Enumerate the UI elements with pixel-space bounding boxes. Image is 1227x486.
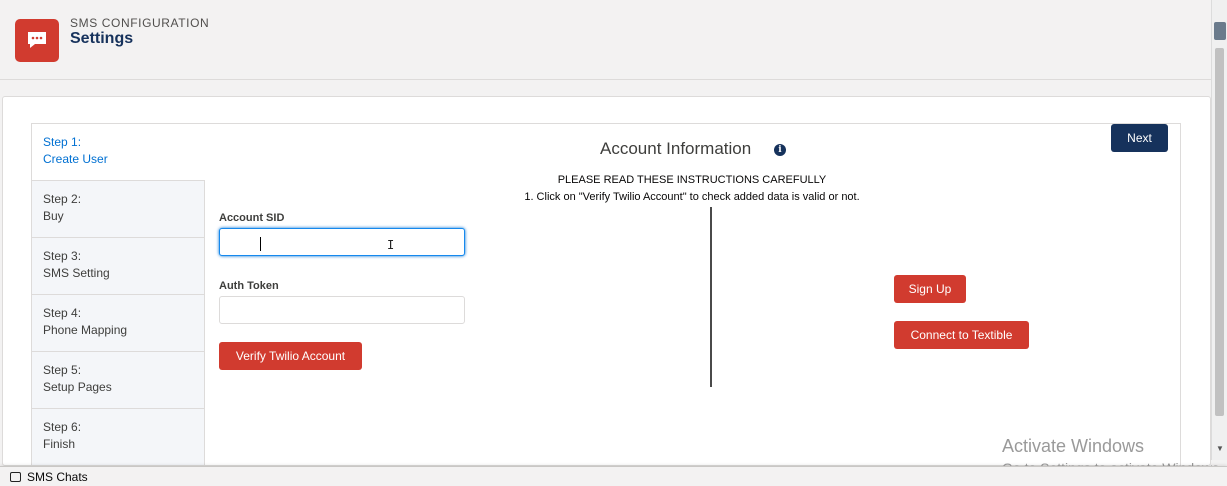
vertical-divider (710, 207, 712, 387)
chat-bubble-icon (15, 19, 59, 62)
step-number: Step 6: (43, 420, 82, 434)
header-subtitle: SMS CONFIGURATION (70, 16, 210, 30)
utility-item-sms-chats[interactable]: SMS Chats (10, 470, 88, 484)
step-label: Finish (43, 437, 76, 451)
activate-windows-title: Activate Windows (1002, 436, 1145, 456)
step-finish[interactable]: Step 6: Finish (32, 409, 205, 466)
collapse-tab-icon[interactable] (1214, 22, 1226, 40)
setup-wizard: Step 1: Create User Step 2: Buy Step 3: … (31, 123, 1181, 468)
text-caret (260, 237, 261, 251)
step-number: Step 3: (43, 249, 82, 263)
step-label: SMS Setting (43, 266, 110, 280)
utility-bar: SMS Chats (0, 466, 1227, 486)
step-phone-mapping[interactable]: Step 4: Phone Mapping (32, 295, 205, 352)
step-label: Setup Pages (43, 380, 112, 394)
section-title: Account Information (600, 139, 752, 158)
step-create-user[interactable]: Step 1: Create User (32, 124, 205, 181)
step-buy[interactable]: Step 2: Buy (32, 181, 205, 238)
scrollbar-thumb[interactable] (1215, 48, 1224, 416)
step-label: Phone Mapping (43, 323, 128, 337)
vertical-scrollbar[interactable]: ▼ (1211, 0, 1227, 460)
auth-token-input[interactable] (219, 296, 465, 324)
step-number: Step 5: (43, 363, 82, 377)
verify-twilio-button[interactable]: Verify Twilio Account (219, 342, 362, 370)
step-sms-setting[interactable]: Step 3: SMS Setting (32, 238, 205, 295)
instruction-item: 1. Click on "Verify Twilio Account" to c… (524, 191, 860, 203)
connect-textible-button[interactable]: Connect to Textible (894, 321, 1029, 349)
step-label: Create User (43, 152, 108, 166)
wizard-steps: Step 1: Create User Step 2: Buy Step 3: … (32, 124, 205, 469)
settings-card: Step 1: Create User Step 2: Buy Step 3: … (2, 96, 1211, 468)
page-header: SMS CONFIGURATION Settings (0, 0, 1211, 80)
auth-token-label: Auth Token (219, 280, 279, 292)
utility-item-label: SMS Chats (27, 470, 88, 484)
account-sid-input[interactable] (219, 228, 465, 256)
ibeam-cursor-icon: I (387, 238, 395, 252)
step-number: Step 2: (43, 192, 82, 206)
scroll-down-arrow-icon[interactable]: ▼ (1216, 444, 1224, 453)
account-sid-label: Account SID (219, 212, 285, 224)
sign-up-button[interactable]: Sign Up (894, 275, 966, 303)
chat-icon (10, 472, 21, 482)
step-label: Buy (43, 209, 64, 223)
info-icon[interactable]: i (774, 144, 786, 156)
next-button[interactable]: Next (1111, 124, 1168, 152)
step-number: Step 1: (43, 135, 82, 149)
step-number: Step 4: (43, 306, 82, 320)
instructions-heading: PLEASE READ THESE INSTRUCTIONS CAREFULLY (557, 174, 827, 186)
page-title: Settings (70, 30, 134, 47)
step-setup-pages[interactable]: Step 5: Setup Pages (32, 352, 205, 409)
